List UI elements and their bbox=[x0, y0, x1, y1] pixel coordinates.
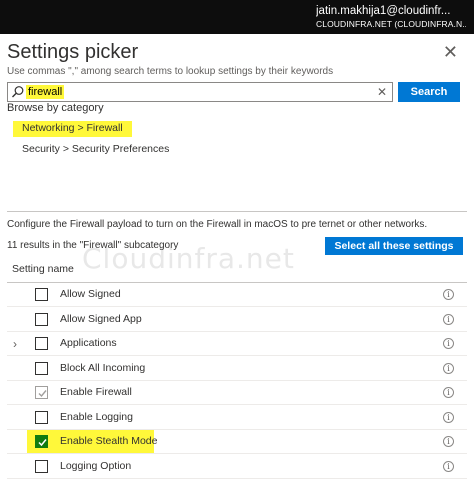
check-icon bbox=[38, 439, 47, 447]
info-icon[interactable]: i bbox=[443, 436, 454, 447]
info-icon[interactable]: i bbox=[443, 387, 454, 398]
account-email: jatin.makhija1@cloudinfr... bbox=[316, 5, 451, 17]
search-input[interactable]: firewall ✕ bbox=[7, 82, 393, 102]
checkbox[interactable] bbox=[35, 460, 48, 473]
info-icon[interactable]: i bbox=[443, 338, 454, 349]
setting-label: Enable Firewall bbox=[60, 386, 132, 398]
info-icon[interactable]: i bbox=[443, 314, 454, 325]
search-button[interactable]: Search bbox=[398, 82, 460, 102]
clear-search-icon[interactable]: ✕ bbox=[377, 84, 387, 100]
divider bbox=[7, 211, 467, 212]
chevron-right-icon[interactable]: › bbox=[13, 338, 17, 350]
browse-heading: Browse by category bbox=[7, 102, 104, 114]
category-networking-firewall[interactable]: Networking > Firewall bbox=[22, 122, 123, 134]
checkbox[interactable] bbox=[35, 337, 48, 350]
payload-description: Configure the Firewall payload to turn o… bbox=[7, 219, 428, 230]
table-row[interactable]: Allow Signed i bbox=[7, 283, 467, 307]
setting-label: Block All Incoming bbox=[60, 362, 146, 374]
check-icon bbox=[38, 390, 47, 398]
category-security-preferences[interactable]: Security > Security Preferences bbox=[22, 143, 169, 155]
setting-label: Logging Option bbox=[60, 460, 132, 472]
column-header-setting-name[interactable]: Setting name bbox=[12, 263, 74, 275]
info-icon[interactable]: i bbox=[443, 289, 454, 300]
checkbox-disabled bbox=[35, 386, 48, 399]
top-bar: jatin.makhija1@cloudinfr... CLOUDINFRA.N… bbox=[0, 0, 474, 34]
search-hint: Use commas "," among search terms to loo… bbox=[7, 66, 334, 77]
info-icon[interactable]: i bbox=[443, 461, 454, 472]
checkbox[interactable] bbox=[35, 288, 48, 301]
table-row[interactable]: Allow Signed App i bbox=[7, 308, 467, 332]
setting-label: Enable Logging bbox=[60, 411, 133, 423]
panel-title: Settings picker bbox=[7, 41, 139, 63]
table-row[interactable]: Logging Option i bbox=[7, 455, 467, 479]
search-query: firewall bbox=[26, 85, 65, 99]
setting-label: Enable Stealth Mode bbox=[60, 435, 158, 447]
watermark: Cloudinfra.net bbox=[82, 242, 295, 275]
checkbox[interactable] bbox=[35, 313, 48, 326]
table-row[interactable]: › Applications i bbox=[7, 332, 467, 356]
table-row[interactable]: Block All Incoming i bbox=[7, 357, 467, 381]
setting-label: Applications bbox=[60, 337, 117, 349]
search-icon bbox=[12, 86, 24, 98]
close-icon[interactable]: ✕ bbox=[443, 42, 458, 62]
info-icon[interactable]: i bbox=[443, 412, 454, 423]
checkbox-checked[interactable] bbox=[35, 435, 48, 448]
account-tenant: CLOUDINFRA.NET (CLOUDINFRA.N... bbox=[316, 19, 466, 29]
account-menu[interactable]: jatin.makhija1@cloudinfr... CLOUDINFRA.N… bbox=[316, 4, 466, 30]
checkbox[interactable] bbox=[35, 362, 48, 375]
table-row[interactable]: Enable Logging i bbox=[7, 406, 467, 430]
info-icon[interactable]: i bbox=[443, 363, 454, 374]
setting-label: Allow Signed bbox=[60, 288, 121, 300]
table-row[interactable]: Enable Stealth Mode i bbox=[7, 430, 467, 454]
checkbox[interactable] bbox=[35, 411, 48, 424]
table-row[interactable]: Enable Firewall i bbox=[7, 381, 467, 405]
setting-label: Allow Signed App bbox=[60, 313, 142, 325]
select-all-button[interactable]: Select all these settings bbox=[325, 237, 463, 255]
